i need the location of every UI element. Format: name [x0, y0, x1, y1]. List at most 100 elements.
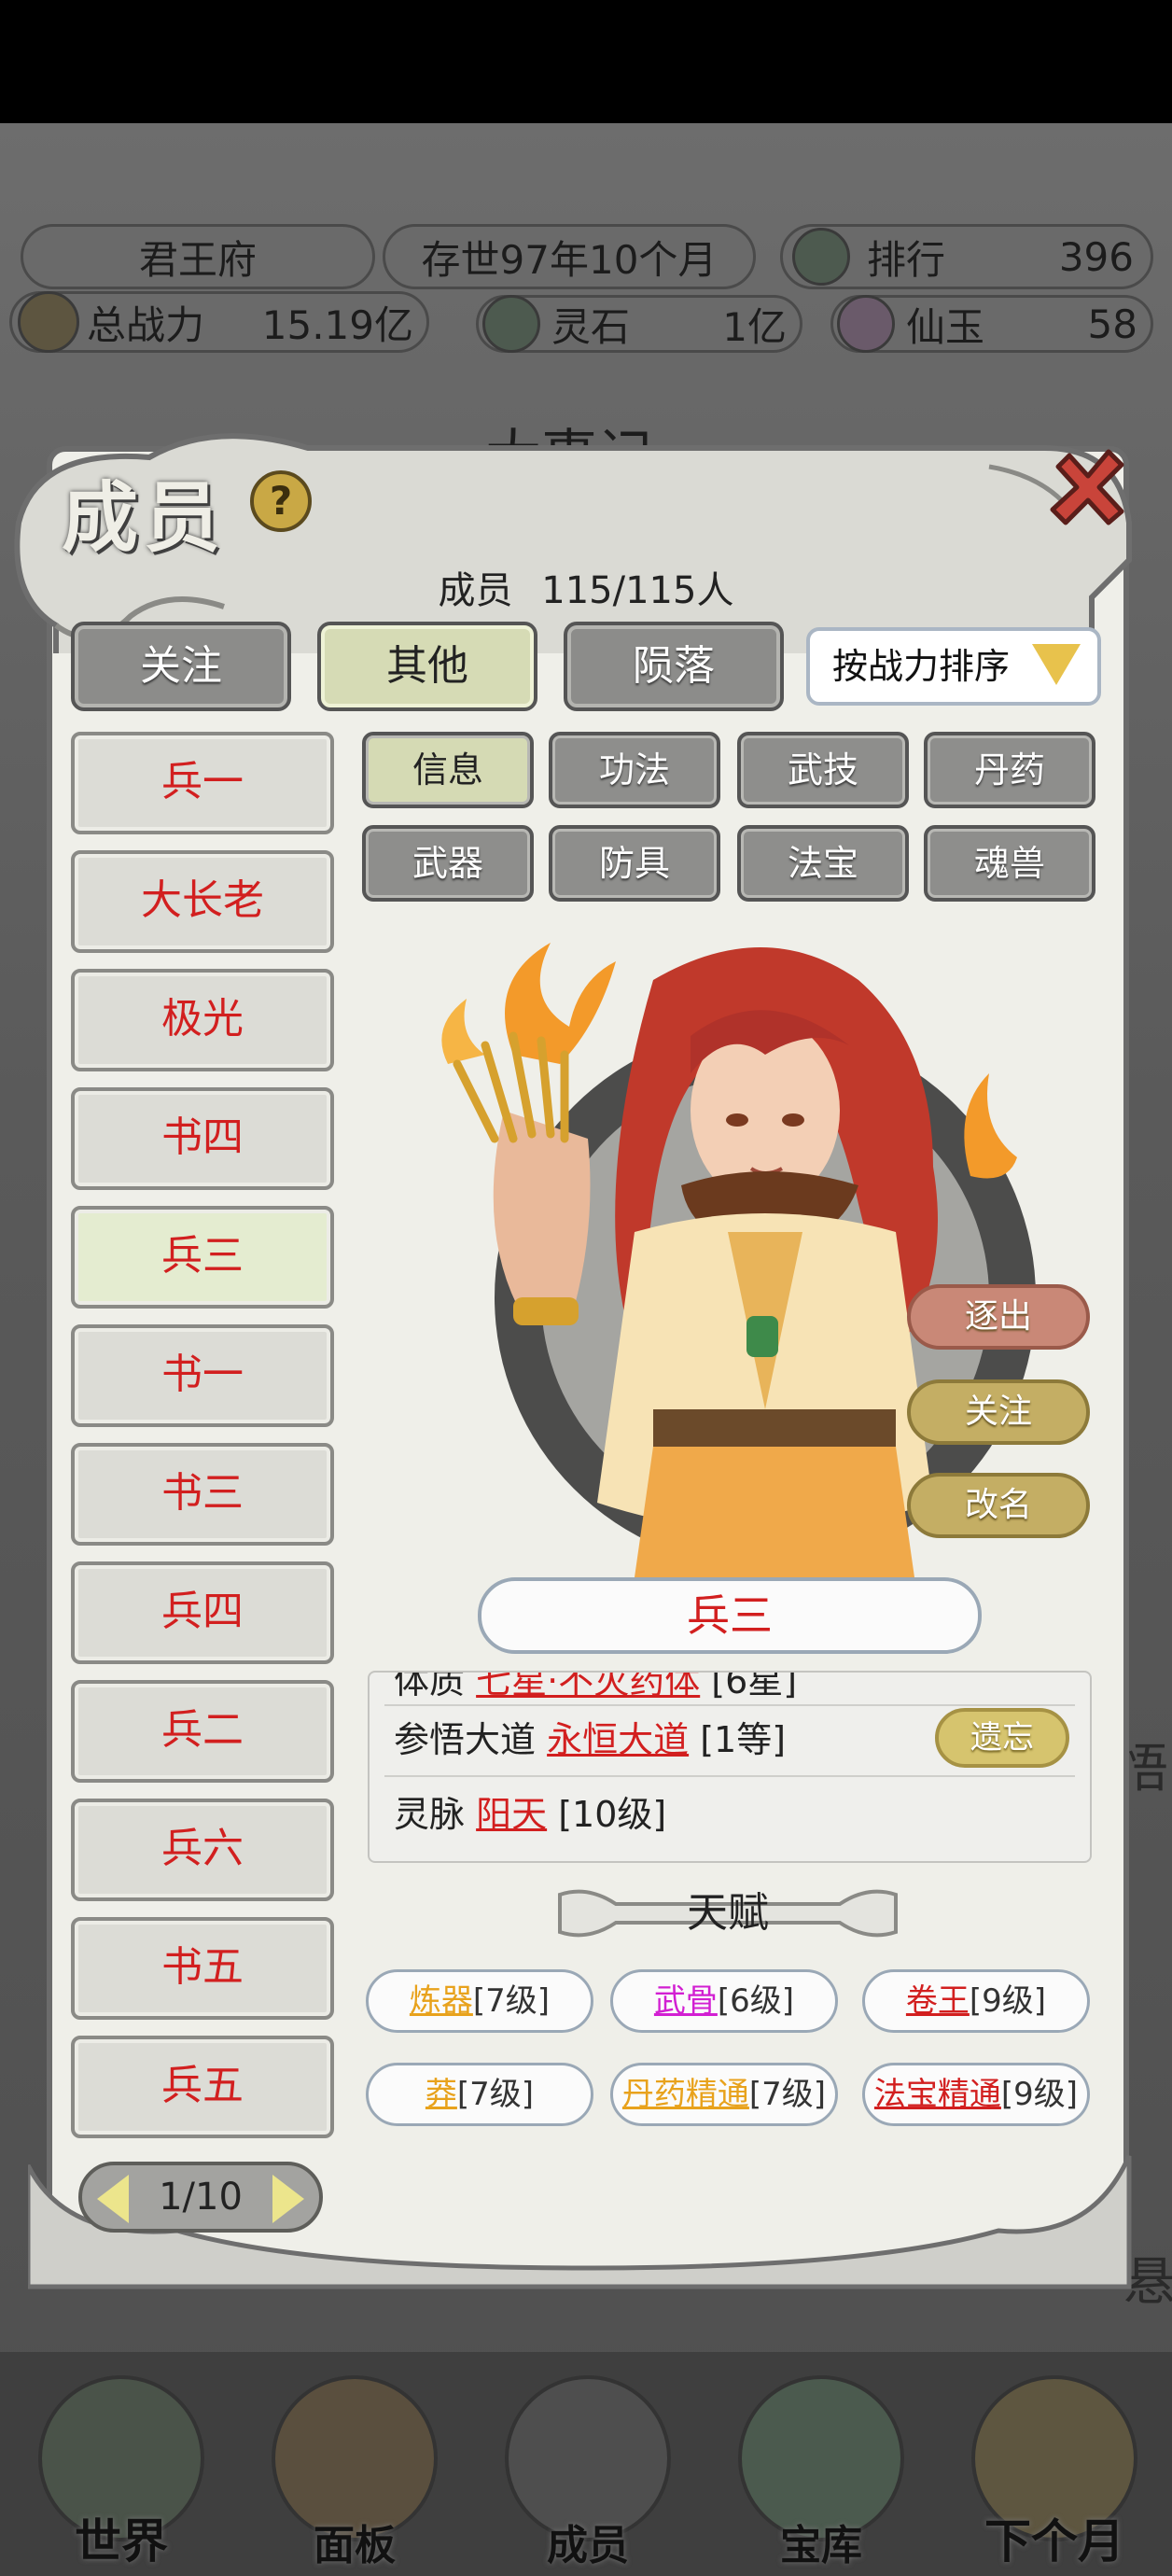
member-item[interactable]: 书一 [71, 1324, 334, 1427]
subtab-weapon[interactable]: 武器 [362, 825, 534, 902]
member-item[interactable]: 兵四 [71, 1561, 334, 1664]
power-label: 总战力 [87, 301, 205, 348]
immortal-jade-icon [837, 295, 895, 353]
dao-level: [1等] [700, 1719, 787, 1760]
info-row-constitution: 体质 七星·不灭药体 [6星] [394, 1671, 1066, 1703]
talent-badge[interactable]: 武骨[6级] [610, 1969, 838, 2033]
talent-title: 天赋 [687, 1889, 769, 1937]
power-pill: 总战力 15.19亿 [9, 291, 429, 353]
subtab-beast[interactable]: 魂兽 [924, 825, 1095, 902]
help-button[interactable]: ? [250, 470, 312, 532]
member-item-selected[interactable]: 兵三 [71, 1206, 334, 1309]
nav-members[interactable]: 成员 [495, 2375, 681, 2569]
info-panel[interactable]: 体质 七星·不灭药体 [6星] 参悟大道 永恒大道 [1等] 遗忘 灵脉 阳天 … [368, 1671, 1092, 1863]
talent-level: [9级] [1000, 2076, 1079, 2113]
subtab-info[interactable]: 信息 [362, 732, 534, 808]
status-bar [0, 0, 1172, 123]
meridian-level: [10级] [558, 1794, 667, 1835]
member-list[interactable]: 兵一 大长老 极光 书四 兵三 书一 书三 兵四 兵二 兵六 书五 兵五 [67, 728, 338, 2147]
constitution-level: [6星] [711, 1671, 798, 1701]
talent-badge[interactable]: 丹药精通[7级] [610, 2063, 838, 2126]
sect-name-pill: 君王府 [21, 224, 375, 289]
rank-icon [792, 228, 850, 286]
rename-button[interactable]: 改名 [907, 1473, 1090, 1538]
member-item[interactable]: 兵二 [71, 1680, 334, 1783]
nav-vault[interactable]: 宝库 [728, 2375, 914, 2569]
talent-badge[interactable]: 炼器[7级] [366, 1969, 593, 2033]
nav-world[interactable]: 世界 [28, 2375, 215, 2569]
nav-world-label: 世界 [75, 2513, 168, 2569]
talent-badge[interactable]: 法宝精通[9级] [862, 2063, 1090, 2126]
nav-panel-label: 面板 [314, 2522, 396, 2569]
kick-button[interactable]: 逐出 [907, 1284, 1090, 1350]
nav-panel[interactable]: 面板 [261, 2375, 448, 2569]
talent-name: 卷王 [905, 1982, 970, 2020]
member-count-label: 成员 [438, 569, 513, 612]
tab-follow[interactable]: 关注 [71, 622, 291, 711]
jade-pill: 仙玉 58 [830, 295, 1153, 353]
talent-level: [6级] [717, 1982, 795, 2020]
info-row-meridian: 灵脉 阳天 [10级] [394, 1788, 1066, 1841]
member-item[interactable]: 兵五 [71, 2036, 334, 2138]
talent-name: 丹药精通 [621, 2076, 749, 2113]
follow-button[interactable]: 关注 [907, 1379, 1090, 1445]
sect-age: 存世97年10个月 [421, 236, 718, 283]
member-item[interactable]: 极光 [71, 969, 334, 1071]
rank-value: 396 [1058, 233, 1134, 280]
rank-label: 排行 [867, 236, 946, 283]
stone-pill: 灵石 1亿 [476, 295, 802, 353]
pager: 1/10 [78, 2162, 323, 2233]
subtab-treasure[interactable]: 法宝 [737, 825, 909, 902]
member-item[interactable]: 书三 [71, 1443, 334, 1546]
jade-label: 仙玉 [906, 303, 985, 350]
tab-other[interactable]: 其他 [317, 622, 537, 711]
nav-members-label: 成员 [547, 2522, 629, 2569]
tab-fallen[interactable]: 陨落 [564, 622, 784, 711]
subtab-pills[interactable]: 丹药 [924, 732, 1095, 808]
talent-name: 武骨 [653, 1982, 718, 2020]
talent-name: 莽 [425, 2076, 457, 2113]
member-item[interactable]: 兵六 [71, 1799, 334, 1901]
age-pill: 存世97年10个月 [383, 224, 756, 289]
talent-name: 法宝精通 [873, 2076, 1001, 2113]
subtab-martial[interactable]: 武技 [737, 732, 909, 808]
power-value: 15.19亿 [261, 301, 413, 348]
next-page-icon[interactable] [272, 2175, 304, 2223]
member-item[interactable]: 兵一 [71, 732, 334, 834]
forget-button[interactable]: 遗忘 [935, 1708, 1069, 1768]
nav-next-month[interactable]: 下个月 [952, 2375, 1157, 2569]
talent-badge[interactable]: 莽[7级] [366, 2063, 593, 2126]
jade-value: 58 [1087, 301, 1137, 347]
member-count-row: 成员 115/115人 [0, 560, 1172, 614]
member-item[interactable]: 书五 [71, 1917, 334, 2020]
sort-label: 按战力排序 [832, 646, 1011, 687]
divider [384, 1704, 1075, 1706]
stone-label: 灵石 [551, 303, 631, 350]
sect-name: 君王府 [138, 236, 257, 283]
talent-badge[interactable]: 卷王[9级] [862, 1969, 1090, 2033]
nav-next-month-label: 下个月 [984, 2513, 1124, 2569]
stone-value: 1亿 [722, 303, 787, 350]
constitution-value[interactable]: 七星·不灭药体 [476, 1673, 700, 1701]
talent-level: [7级] [472, 1982, 551, 2020]
talent-level: [7级] [456, 2076, 535, 2113]
talent-header: 天赋 [551, 1876, 905, 1951]
sort-dropdown[interactable]: 按战力排序 [806, 627, 1101, 706]
rank-pill[interactable]: 排行 396 [780, 224, 1153, 289]
member-count-value: 115/115人 [541, 569, 734, 612]
meridian-value[interactable]: 阳天 [476, 1794, 547, 1835]
meridian-label: 灵脉 [394, 1794, 466, 1835]
subtab-armor[interactable]: 防具 [549, 825, 720, 902]
divider [384, 1775, 1075, 1777]
subtab-skills[interactable]: 功法 [549, 732, 720, 808]
nav-vault-label: 宝库 [780, 2522, 862, 2569]
constitution-label: 体质 [394, 1671, 466, 1701]
dao-label: 参悟大道 [394, 1719, 537, 1760]
close-icon[interactable] [1041, 439, 1135, 532]
member-item[interactable]: 书四 [71, 1087, 334, 1190]
power-icon [18, 291, 79, 353]
character-name: 兵三 [478, 1577, 982, 1654]
spirit-stone-icon [482, 295, 540, 353]
member-item[interactable]: 大长老 [71, 850, 334, 953]
dao-value[interactable]: 永恒大道 [547, 1719, 689, 1760]
